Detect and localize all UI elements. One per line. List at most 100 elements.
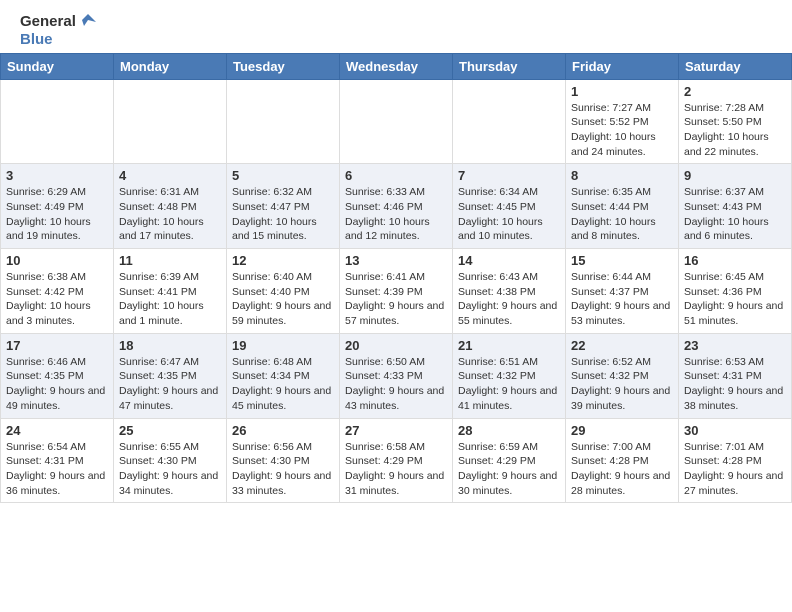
day-info: Sunrise: 6:41 AM Sunset: 4:39 PM Dayligh…: [345, 270, 447, 329]
calendar-cell: 6 Sunrise: 6:33 AM Sunset: 4:46 PM Daylig…: [340, 164, 453, 249]
day-info: Sunrise: 6:31 AM Sunset: 4:48 PM Dayligh…: [119, 185, 221, 244]
day-number: 30: [684, 423, 786, 438]
day-info: Sunrise: 6:59 AM Sunset: 4:29 PM Dayligh…: [458, 440, 560, 499]
calendar-cell: 9 Sunrise: 6:37 AM Sunset: 4:43 PM Daylig…: [679, 164, 792, 249]
day-info: Sunrise: 6:40 AM Sunset: 4:40 PM Dayligh…: [232, 270, 334, 329]
day-number: 12: [232, 253, 334, 268]
day-info: Sunrise: 6:44 AM Sunset: 4:37 PM Dayligh…: [571, 270, 673, 329]
day-info: Sunrise: 6:43 AM Sunset: 4:38 PM Dayligh…: [458, 270, 560, 329]
day-info: Sunrise: 6:58 AM Sunset: 4:29 PM Dayligh…: [345, 440, 447, 499]
day-info: Sunrise: 6:51 AM Sunset: 4:32 PM Dayligh…: [458, 355, 560, 414]
calendar-cell: 5 Sunrise: 6:32 AM Sunset: 4:47 PM Daylig…: [227, 164, 340, 249]
calendar-cell: 20 Sunrise: 6:50 AM Sunset: 4:33 PM Dayli…: [340, 333, 453, 418]
day-number: 19: [232, 338, 334, 353]
day-info: Sunrise: 6:55 AM Sunset: 4:30 PM Dayligh…: [119, 440, 221, 499]
calendar-cell: 17 Sunrise: 6:46 AM Sunset: 4:35 PM Dayli…: [1, 333, 114, 418]
day-number: 11: [119, 253, 221, 268]
day-info: Sunrise: 6:45 AM Sunset: 4:36 PM Dayligh…: [684, 270, 786, 329]
day-number: 6: [345, 168, 447, 183]
day-info: Sunrise: 6:34 AM Sunset: 4:45 PM Dayligh…: [458, 185, 560, 244]
day-header-tuesday: Tuesday: [227, 53, 340, 79]
day-number: 7: [458, 168, 560, 183]
day-info: Sunrise: 6:52 AM Sunset: 4:32 PM Dayligh…: [571, 355, 673, 414]
calendar-cell: 15Sunrise: 6:44 AM Sunset: 4:37 PM Dayli…: [566, 249, 679, 334]
calendar-cell: 21 Sunrise: 6:51 AM Sunset: 4:32 PM Dayli…: [453, 333, 566, 418]
day-header-sunday: Sunday: [1, 53, 114, 79]
calendar-week-1: 1 Sunrise: 7:27 AM Sunset: 5:52 PM Daylig…: [1, 79, 792, 164]
day-info: Sunrise: 6:54 AM Sunset: 4:31 PM Dayligh…: [6, 440, 108, 499]
calendar-cell: [227, 79, 340, 164]
calendar-header-row: SundayMondayTuesdayWednesdayThursdayFrid…: [1, 53, 792, 79]
calendar-week-3: 10Sunrise: 6:38 AM Sunset: 4:42 PM Dayli…: [1, 249, 792, 334]
day-info: Sunrise: 6:37 AM Sunset: 4:43 PM Dayligh…: [684, 185, 786, 244]
day-info: Sunrise: 6:56 AM Sunset: 4:30 PM Dayligh…: [232, 440, 334, 499]
calendar-cell: 1 Sunrise: 7:27 AM Sunset: 5:52 PM Daylig…: [566, 79, 679, 164]
day-header-monday: Monday: [114, 53, 227, 79]
logo: General Blue: [20, 12, 98, 49]
day-number: 22: [571, 338, 673, 353]
calendar-cell: 14 Sunrise: 6:43 AM Sunset: 4:38 PM Dayli…: [453, 249, 566, 334]
calendar-cell: 30 Sunrise: 7:01 AM Sunset: 4:28 PM Dayli…: [679, 418, 792, 503]
day-info: Sunrise: 6:35 AM Sunset: 4:44 PM Dayligh…: [571, 185, 673, 244]
calendar-cell: 2 Sunrise: 7:28 AM Sunset: 5:50 PM Daylig…: [679, 79, 792, 164]
day-number: 17: [6, 338, 108, 353]
day-number: 2: [684, 84, 786, 99]
day-header-friday: Friday: [566, 53, 679, 79]
logo-blue: Blue: [20, 32, 98, 49]
day-number: 29: [571, 423, 673, 438]
day-info: Sunrise: 6:39 AM Sunset: 4:41 PM Dayligh…: [119, 270, 221, 329]
calendar-table: SundayMondayTuesdayWednesdayThursdayFrid…: [0, 53, 792, 504]
day-number: 27: [345, 423, 447, 438]
page-header: General Blue: [0, 0, 792, 53]
day-info: Sunrise: 6:48 AM Sunset: 4:34 PM Dayligh…: [232, 355, 334, 414]
day-number: 5: [232, 168, 334, 183]
day-number: 20: [345, 338, 447, 353]
day-number: 3: [6, 168, 108, 183]
calendar-cell: 16 Sunrise: 6:45 AM Sunset: 4:36 PM Dayli…: [679, 249, 792, 334]
day-info: Sunrise: 7:01 AM Sunset: 4:28 PM Dayligh…: [684, 440, 786, 499]
calendar-cell: 27 Sunrise: 6:58 AM Sunset: 4:29 PM Dayli…: [340, 418, 453, 503]
day-info: Sunrise: 7:28 AM Sunset: 5:50 PM Dayligh…: [684, 101, 786, 160]
day-number: 4: [119, 168, 221, 183]
logo-general: General: [20, 14, 76, 31]
calendar-cell: [114, 79, 227, 164]
day-number: 21: [458, 338, 560, 353]
day-info: Sunrise: 6:46 AM Sunset: 4:35 PM Dayligh…: [6, 355, 108, 414]
day-number: 10: [6, 253, 108, 268]
calendar-cell: 7 Sunrise: 6:34 AM Sunset: 4:45 PM Daylig…: [453, 164, 566, 249]
calendar-cell: 22 Sunrise: 6:52 AM Sunset: 4:32 PM Dayli…: [566, 333, 679, 418]
calendar-cell: 25 Sunrise: 6:55 AM Sunset: 4:30 PM Dayli…: [114, 418, 227, 503]
calendar-cell: 10Sunrise: 6:38 AM Sunset: 4:42 PM Dayli…: [1, 249, 114, 334]
calendar-cell: 13 Sunrise: 6:41 AM Sunset: 4:39 PM Dayli…: [340, 249, 453, 334]
day-number: 24: [6, 423, 108, 438]
day-header-thursday: Thursday: [453, 53, 566, 79]
day-number: 28: [458, 423, 560, 438]
day-info: Sunrise: 6:53 AM Sunset: 4:31 PM Dayligh…: [684, 355, 786, 414]
calendar-cell: 3 Sunrise: 6:29 AM Sunset: 4:49 PM Daylig…: [1, 164, 114, 249]
day-number: 13: [345, 253, 447, 268]
calendar-week-4: 17 Sunrise: 6:46 AM Sunset: 4:35 PM Dayli…: [1, 333, 792, 418]
calendar-week-5: 24 Sunrise: 6:54 AM Sunset: 4:31 PM Dayli…: [1, 418, 792, 503]
calendar-cell: 18Sunrise: 6:47 AM Sunset: 4:35 PM Dayli…: [114, 333, 227, 418]
day-header-saturday: Saturday: [679, 53, 792, 79]
day-info: Sunrise: 7:27 AM Sunset: 5:52 PM Dayligh…: [571, 101, 673, 160]
day-number: 1: [571, 84, 673, 99]
calendar-cell: [453, 79, 566, 164]
day-header-wednesday: Wednesday: [340, 53, 453, 79]
day-info: Sunrise: 6:32 AM Sunset: 4:47 PM Dayligh…: [232, 185, 334, 244]
day-info: Sunrise: 6:50 AM Sunset: 4:33 PM Dayligh…: [345, 355, 447, 414]
day-number: 26: [232, 423, 334, 438]
calendar-cell: 28 Sunrise: 6:59 AM Sunset: 4:29 PM Dayli…: [453, 418, 566, 503]
day-info: Sunrise: 6:29 AM Sunset: 4:49 PM Dayligh…: [6, 185, 108, 244]
day-number: 16: [684, 253, 786, 268]
day-info: Sunrise: 7:00 AM Sunset: 4:28 PM Dayligh…: [571, 440, 673, 499]
calendar-cell: 12 Sunrise: 6:40 AM Sunset: 4:40 PM Dayli…: [227, 249, 340, 334]
day-number: 25: [119, 423, 221, 438]
calendar-cell: 4 Sunrise: 6:31 AM Sunset: 4:48 PM Daylig…: [114, 164, 227, 249]
day-number: 23: [684, 338, 786, 353]
day-number: 14: [458, 253, 560, 268]
day-number: 9: [684, 168, 786, 183]
day-info: Sunrise: 6:33 AM Sunset: 4:46 PM Dayligh…: [345, 185, 447, 244]
calendar-cell: 29 Sunrise: 7:00 AM Sunset: 4:28 PM Dayli…: [566, 418, 679, 503]
calendar-cell: 8Sunrise: 6:35 AM Sunset: 4:44 PM Daylig…: [566, 164, 679, 249]
